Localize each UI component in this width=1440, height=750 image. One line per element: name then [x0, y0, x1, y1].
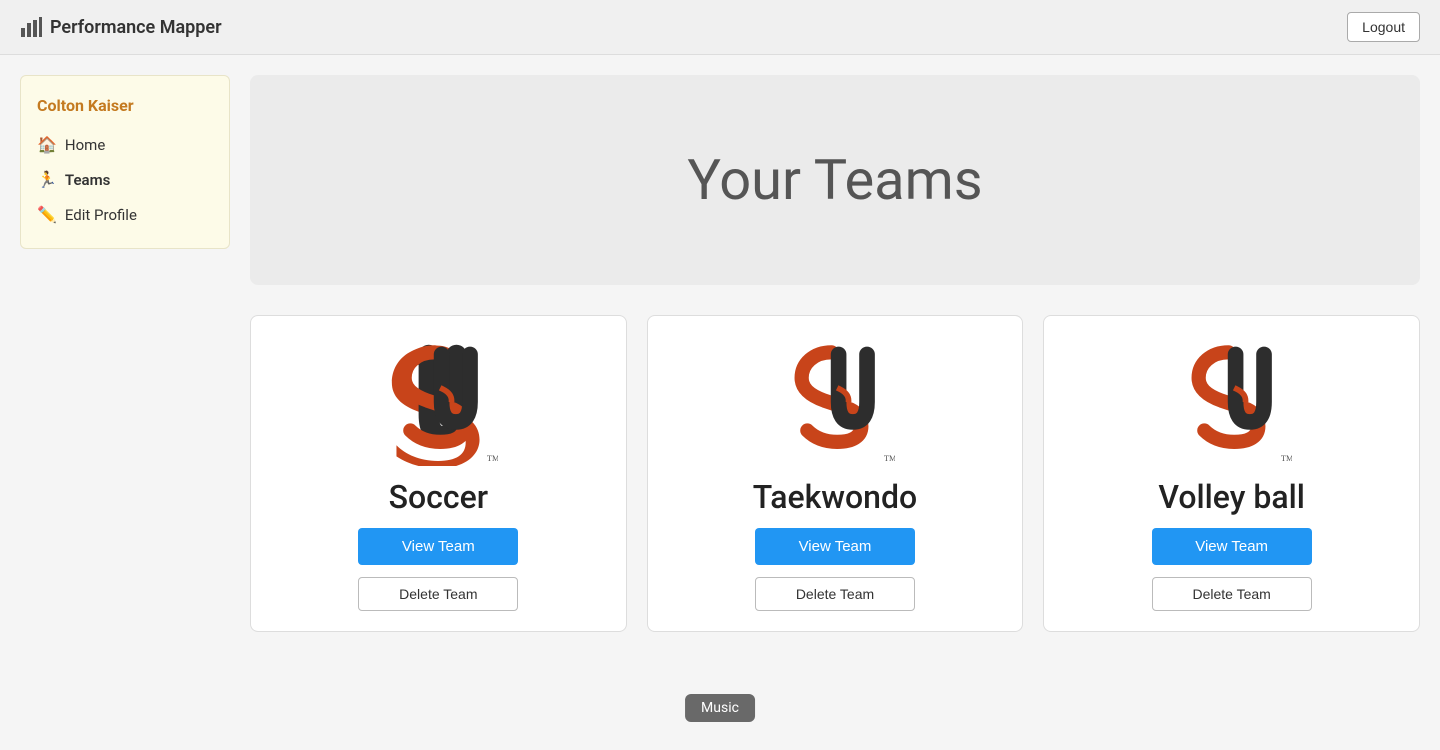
page-layout: Colton Kaiser 🏠 Home 🏃 Teams ✏️ Edit Pro… [0, 55, 1440, 750]
sidebar-item-edit-profile[interactable]: ✏️ Edit Profile [21, 197, 229, 232]
app-header: Performance Mapper Logout [0, 0, 1440, 55]
view-team-button-soccer[interactable]: View Team [358, 528, 518, 565]
home-icon: 🏠 [37, 135, 57, 154]
sidebar-item-teams[interactable]: 🏃 Teams [21, 162, 229, 197]
logout-button[interactable]: Logout [1347, 12, 1420, 42]
delete-team-button-volleyball[interactable]: Delete Team [1152, 577, 1312, 611]
team-name-soccer: Soccer [389, 478, 488, 516]
view-team-button-taekwondo[interactable]: View Team [755, 528, 915, 565]
main-content: Your Teams [250, 75, 1420, 730]
svg-text:TM: TM [884, 454, 895, 463]
edit-icon: ✏️ [37, 205, 57, 224]
team-card-volleyball: TM Volley ball View Team Delete Team [1043, 315, 1420, 632]
teams-grid: TM Soccer View Team Delete Team TM [250, 315, 1420, 632]
svg-text:TM: TM [1281, 454, 1292, 463]
app-brand: Performance Mapper [20, 16, 222, 38]
su-logo-soccer: TM [378, 336, 498, 466]
su-logo-taekwondo: TM [775, 336, 895, 466]
brand-title: Performance Mapper [50, 17, 222, 38]
running-icon: 🏃 [37, 170, 57, 189]
delete-team-button-soccer[interactable]: Delete Team [358, 577, 518, 611]
hero-banner: Your Teams [250, 75, 1420, 285]
su-logo-volleyball: TM [1172, 336, 1292, 466]
svg-text:TM: TM [487, 454, 498, 463]
team-card-taekwondo: TM Taekwondo View Team Delete Team [647, 315, 1024, 632]
delete-team-button-taekwondo[interactable]: Delete Team [755, 577, 915, 611]
view-team-button-volleyball[interactable]: View Team [1152, 528, 1312, 565]
sidebar-edit-label: Edit Profile [65, 206, 137, 224]
sidebar: Colton Kaiser 🏠 Home 🏃 Teams ✏️ Edit Pro… [20, 75, 230, 249]
sidebar-home-label: Home [65, 136, 105, 154]
hero-title: Your Teams [687, 147, 982, 213]
team-name-taekwondo: Taekwondo [753, 478, 917, 516]
sidebar-username: Colton Kaiser [21, 92, 229, 127]
bar-chart-icon [20, 16, 42, 38]
sidebar-item-home[interactable]: 🏠 Home [21, 127, 229, 162]
team-name-volleyball: Volley ball [1158, 478, 1305, 516]
sidebar-teams-label: Teams [65, 171, 110, 189]
team-card-soccer: TM Soccer View Team Delete Team [250, 315, 627, 632]
